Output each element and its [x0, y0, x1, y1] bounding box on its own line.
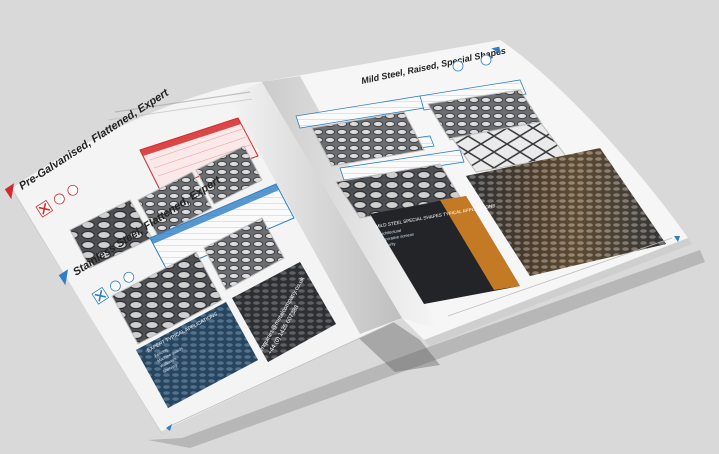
- process-icon: [452, 60, 464, 72]
- brochure-photo: Pre-Galvanised, Flattened, Expert Stainl…: [0, 0, 719, 454]
- suitable-icon: [480, 54, 492, 66]
